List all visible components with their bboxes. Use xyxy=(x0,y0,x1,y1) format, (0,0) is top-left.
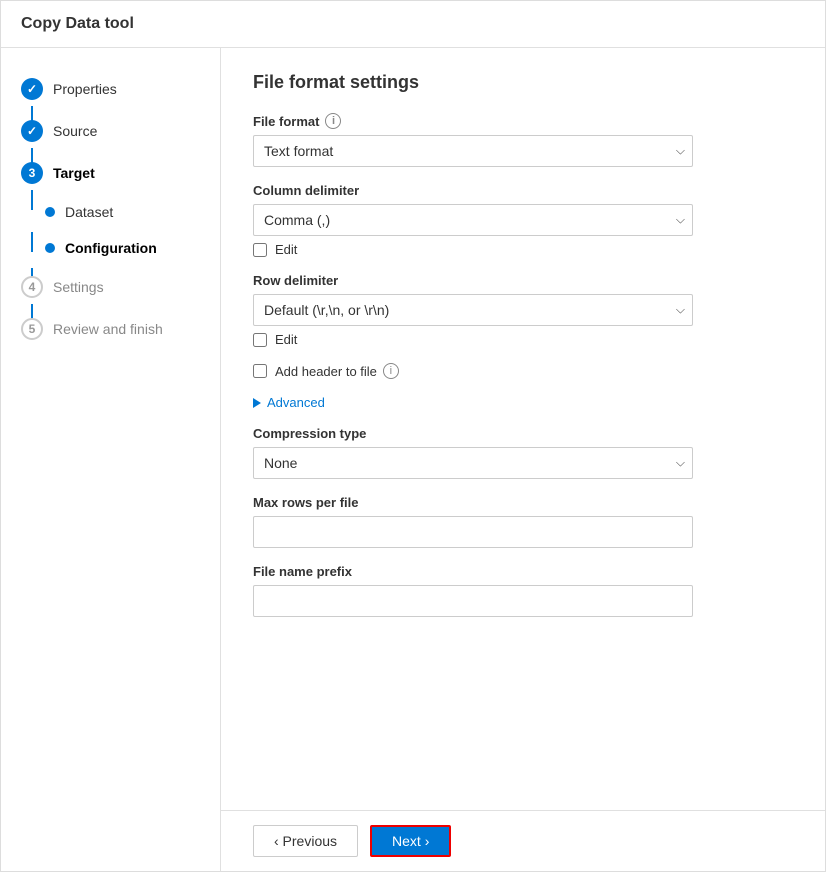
sidebar-item-source[interactable]: ✓ Source xyxy=(1,110,220,152)
file-format-label: File format i xyxy=(253,113,793,129)
advanced-label: Advanced xyxy=(267,395,325,410)
app-body: ✓ Properties ✓ Source 3 Target xyxy=(1,48,825,871)
section-title: File format settings xyxy=(253,72,793,93)
column-delimiter-edit-label[interactable]: Edit xyxy=(275,242,297,257)
add-header-group: Add header to file i xyxy=(253,363,793,379)
advanced-triangle-icon xyxy=(253,398,261,408)
sidebar-label-configuration: Configuration xyxy=(65,240,157,256)
previous-button[interactable]: ‹ Previous xyxy=(253,825,358,857)
sidebar-label-properties: Properties xyxy=(53,81,117,97)
column-delimiter-select-wrapper: Comma (,) ⌵ xyxy=(253,204,693,236)
step-circle-source: ✓ xyxy=(21,120,43,142)
max-rows-group: Max rows per file xyxy=(253,495,793,548)
sidebar-label-dataset: Dataset xyxy=(65,204,113,220)
sidebar: ✓ Properties ✓ Source 3 Target xyxy=(1,48,221,871)
footer: ‹ Previous Next › xyxy=(221,810,825,871)
advanced-section[interactable]: Advanced xyxy=(253,395,793,410)
add-header-checkbox[interactable] xyxy=(253,364,267,378)
compression-type-select[interactable]: None xyxy=(253,447,693,479)
step-number-settings: 4 xyxy=(29,280,36,294)
row-delimiter-select-wrapper: Default (\r,\n, or \r\n) ⌵ xyxy=(253,294,693,326)
file-name-prefix-label: File name prefix xyxy=(253,564,793,579)
step-circle-properties: ✓ xyxy=(21,78,43,100)
sidebar-label-target: Target xyxy=(53,165,95,181)
file-format-info-icon[interactable]: i xyxy=(325,113,341,129)
row-delimiter-label: Row delimiter xyxy=(253,273,793,288)
compression-type-group: Compression type None ⌵ xyxy=(253,426,793,479)
app-header: Copy Data tool xyxy=(1,1,825,48)
content-area: File format settings File format i Text … xyxy=(221,48,825,810)
file-format-select[interactable]: Text format xyxy=(253,135,693,167)
sidebar-label-source: Source xyxy=(53,123,97,139)
file-format-group: File format i Text format ⌵ xyxy=(253,113,793,167)
sidebar-item-settings[interactable]: 4 Settings xyxy=(1,266,220,308)
app-container: Copy Data tool ✓ Properties ✓ Source xyxy=(0,0,826,872)
column-delimiter-label: Column delimiter xyxy=(253,183,793,198)
add-header-row: Add header to file i xyxy=(253,363,793,379)
sidebar-item-dataset[interactable]: Dataset xyxy=(1,194,220,230)
row-delimiter-group: Row delimiter Default (\r,\n, or \r\n) ⌵… xyxy=(253,273,793,347)
column-delimiter-select[interactable]: Comma (,) xyxy=(253,204,693,236)
max-rows-input[interactable] xyxy=(253,516,693,548)
file-name-prefix-input[interactable] xyxy=(253,585,693,617)
sidebar-item-review[interactable]: 5 Review and finish xyxy=(1,308,220,350)
next-button[interactable]: Next › xyxy=(370,825,451,857)
row-delimiter-edit-label[interactable]: Edit xyxy=(275,332,297,347)
compression-type-label: Compression type xyxy=(253,426,793,441)
file-name-prefix-group: File name prefix xyxy=(253,564,793,617)
row-delimiter-edit-checkbox[interactable] xyxy=(253,333,267,347)
compression-type-select-wrapper: None ⌵ xyxy=(253,447,693,479)
sidebar-item-target[interactable]: 3 Target xyxy=(1,152,220,194)
sidebar-label-settings: Settings xyxy=(53,279,104,295)
step-circle-settings: 4 xyxy=(21,276,43,298)
sidebar-item-properties[interactable]: ✓ Properties xyxy=(1,68,220,110)
step-circle-review: 5 xyxy=(21,318,43,340)
sidebar-label-review: Review and finish xyxy=(53,321,163,337)
column-delimiter-edit-row: Edit xyxy=(253,242,793,257)
row-delimiter-select[interactable]: Default (\r,\n, or \r\n) xyxy=(253,294,693,326)
step-dot-configuration xyxy=(45,243,55,253)
row-delimiter-edit-row: Edit xyxy=(253,332,793,347)
column-delimiter-edit-checkbox[interactable] xyxy=(253,243,267,257)
step-number-target: 3 xyxy=(29,166,36,180)
main-content: File format settings File format i Text … xyxy=(221,48,825,871)
step-dot-dataset xyxy=(45,207,55,217)
column-delimiter-group: Column delimiter Comma (,) ⌵ Edit xyxy=(253,183,793,257)
step-number-review: 5 xyxy=(29,322,36,336)
max-rows-label: Max rows per file xyxy=(253,495,793,510)
sidebar-item-configuration[interactable]: Configuration xyxy=(1,230,220,266)
add-header-info-icon[interactable]: i xyxy=(383,363,399,379)
app-title: Copy Data tool xyxy=(21,15,805,33)
add-header-label: Add header to file i xyxy=(275,363,399,379)
step-circle-target: 3 xyxy=(21,162,43,184)
file-format-select-wrapper: Text format ⌵ xyxy=(253,135,693,167)
